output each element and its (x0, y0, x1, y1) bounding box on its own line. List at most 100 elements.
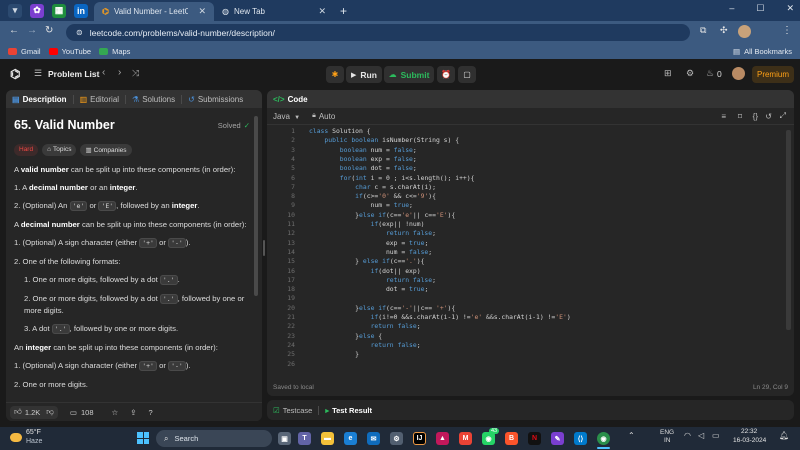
start-button[interactable] (137, 432, 149, 444)
premium-button[interactable]: Premium (752, 66, 794, 83)
code-keyword: false (409, 247, 429, 256)
tab-description[interactable]: ▤ Description (6, 94, 74, 104)
panel-resize-handle[interactable] (263, 240, 265, 256)
avatar[interactable] (738, 25, 751, 38)
weather-icon[interactable] (10, 433, 22, 442)
leetcode-logo-icon[interactable]: ⌬ (10, 67, 20, 81)
teams-icon[interactable]: T (298, 432, 311, 445)
mail-icon[interactable]: ✉ (367, 432, 380, 445)
favorite-star-icon[interactable]: ☆ (112, 408, 119, 417)
comments-icon[interactable]: ▭ (70, 408, 77, 417)
close-tab-icon[interactable]: ✕ (318, 6, 326, 17)
text-segment: 2. One or more digits, followed by a dot (24, 294, 160, 303)
chrome-icon[interactable]: ◉ (597, 432, 610, 445)
photos-icon[interactable]: ▲ (436, 432, 449, 445)
menu-icon[interactable]: ⋮ (782, 25, 792, 36)
problem-list-link[interactable]: Problem List (48, 69, 99, 79)
bookmark-gmail[interactable]: Gmail (8, 47, 41, 56)
bookmark-youtube[interactable]: YouTube (48, 47, 91, 56)
help-icon[interactable]: ? (149, 408, 153, 417)
run-button[interactable]: ▶ Run (346, 66, 382, 83)
gmail-app-icon[interactable]: M (459, 432, 472, 445)
search-icon: ⌕ (164, 433, 169, 443)
problem-list-icon[interactable]: ☰ (34, 68, 42, 79)
battery-icon[interactable]: ▭ (712, 431, 720, 440)
topics-badge[interactable]: ⌂ Topics (42, 144, 77, 156)
paint-icon[interactable]: ✎ (551, 432, 564, 445)
text-segment: . (197, 201, 200, 210)
minimize-button[interactable]: – (729, 3, 734, 14)
reset-icon[interactable]: ↺ (765, 112, 772, 121)
tab-valid-number[interactable]: ⌬ Valid Number - LeetCode ✕ (94, 2, 214, 21)
taskbar-search[interactable]: ⌕ Search (156, 430, 272, 447)
code-text: ){ (447, 303, 456, 312)
puzzle-icon[interactable]: ✣ (720, 25, 728, 36)
next-problem-icon[interactable]: › (118, 67, 121, 78)
streak-fire-icon[interactable]: ♨ (706, 68, 714, 79)
timer-button[interactable]: ⏰ (437, 66, 455, 83)
companies-badge[interactable]: ▥ Companies (80, 144, 132, 156)
inline-code: '+' (139, 361, 157, 371)
debug-button[interactable]: ✱ (326, 66, 344, 83)
brave-icon[interactable]: B (505, 432, 518, 445)
notification-bell-icon[interactable]: 🔔︎ (779, 431, 789, 440)
tab-list-icon[interactable]: ▾ (8, 3, 22, 18)
tray-chevron-icon[interactable]: ⌃ (628, 431, 635, 440)
settings-icon[interactable]: ⚙ (686, 68, 694, 79)
tab-editorial[interactable]: ▥ Editorial (74, 94, 127, 104)
layout-icon[interactable]: ⊞ (664, 68, 672, 79)
taskview-icon[interactable]: ▣ (278, 432, 291, 445)
intellij-icon[interactable]: IJ (413, 432, 426, 445)
tab-solutions[interactable]: ⚗ Solutions (126, 94, 183, 104)
linkedin-tab-icon[interactable]: in (74, 3, 88, 18)
reload-icon[interactable]: ↻ (45, 25, 53, 36)
tab-new-tab[interactable]: ◍ New Tab ✕ (214, 2, 334, 21)
testcase-tab[interactable]: ☑ Testcase (273, 405, 320, 415)
user-avatar[interactable] (732, 67, 745, 80)
vscode-icon[interactable]: ⟨⟩ (574, 432, 587, 445)
like-button[interactable]: 👍︎ 1.2K 👎︎ (10, 405, 58, 419)
forward-icon[interactable]: → (27, 25, 37, 36)
tab-submissions[interactable]: ↺ Submissions (182, 95, 249, 104)
close-tab-icon[interactable]: ✕ (198, 6, 206, 17)
notes-button[interactable]: ▢ (458, 66, 476, 83)
leetcode-header: ⌬ ☰ Problem List ‹ › ⤨ ✱ ▶ Run ☁ Submit … (0, 59, 800, 90)
bug-icon: ✱ (331, 70, 339, 79)
new-tab-button[interactable]: + (340, 4, 347, 18)
language-select[interactable]: Java ▼ (273, 112, 300, 121)
settings-app-icon[interactable]: ⚙ (390, 432, 403, 445)
back-icon[interactable]: ← (9, 25, 19, 36)
netflix-icon[interactable]: N (528, 432, 541, 445)
extension-tab-icon[interactable]: ✿ (30, 3, 44, 18)
prev-problem-icon[interactable]: ‹ (102, 67, 105, 78)
fullscreen-icon[interactable]: ⤢ (780, 111, 786, 121)
submit-button[interactable]: ☁ Submit (384, 66, 434, 83)
clock-time[interactable]: 22:32 (741, 428, 757, 435)
close-window-button[interactable]: ✕ (786, 3, 794, 14)
file-explorer-icon[interactable]: ▬ (321, 432, 334, 445)
code-text: (c== (385, 303, 402, 312)
editor-scrollbar[interactable] (786, 130, 791, 330)
bookmark-icon[interactable]: ⌑ (738, 112, 742, 121)
site-info-icon[interactable]: ⊜ (76, 28, 83, 37)
thumbs-down-icon[interactable]: 👎︎ (46, 407, 54, 417)
format-icon[interactable]: ≡ (721, 112, 726, 121)
address-bar[interactable]: ⊜ leetcode.com/problems/valid-number/des… (66, 24, 690, 41)
extensions-icon[interactable]: ⧉ (700, 25, 706, 36)
all-bookmarks[interactable]: ▤ All Bookmarks (733, 47, 792, 56)
share-icon[interactable]: ⇪ (130, 408, 136, 417)
maximize-button[interactable]: ☐ (756, 3, 764, 14)
braces-icon[interactable]: {} (753, 112, 758, 121)
volume-icon[interactable]: ◁ (698, 431, 704, 440)
test-result-tab[interactable]: ▸ Test Result (325, 406, 372, 415)
shuffle-icon[interactable]: ⤨ (132, 68, 139, 79)
code-editor[interactable]: 1 class Solution {2 public boolean isNumb… (267, 127, 779, 375)
language-eng[interactable]: ENG (660, 429, 674, 436)
sheets-tab-icon[interactable]: ▦ (52, 3, 66, 18)
description-paragraph: An integer can be split up into these co… (14, 342, 250, 353)
description-scrollbar[interactable] (254, 116, 258, 296)
tab-code[interactable]: </> Code (267, 95, 314, 104)
edge-icon[interactable]: e (344, 432, 357, 445)
bookmark-maps[interactable]: Maps (99, 47, 130, 56)
wifi-icon[interactable]: ◠ (684, 431, 691, 440)
